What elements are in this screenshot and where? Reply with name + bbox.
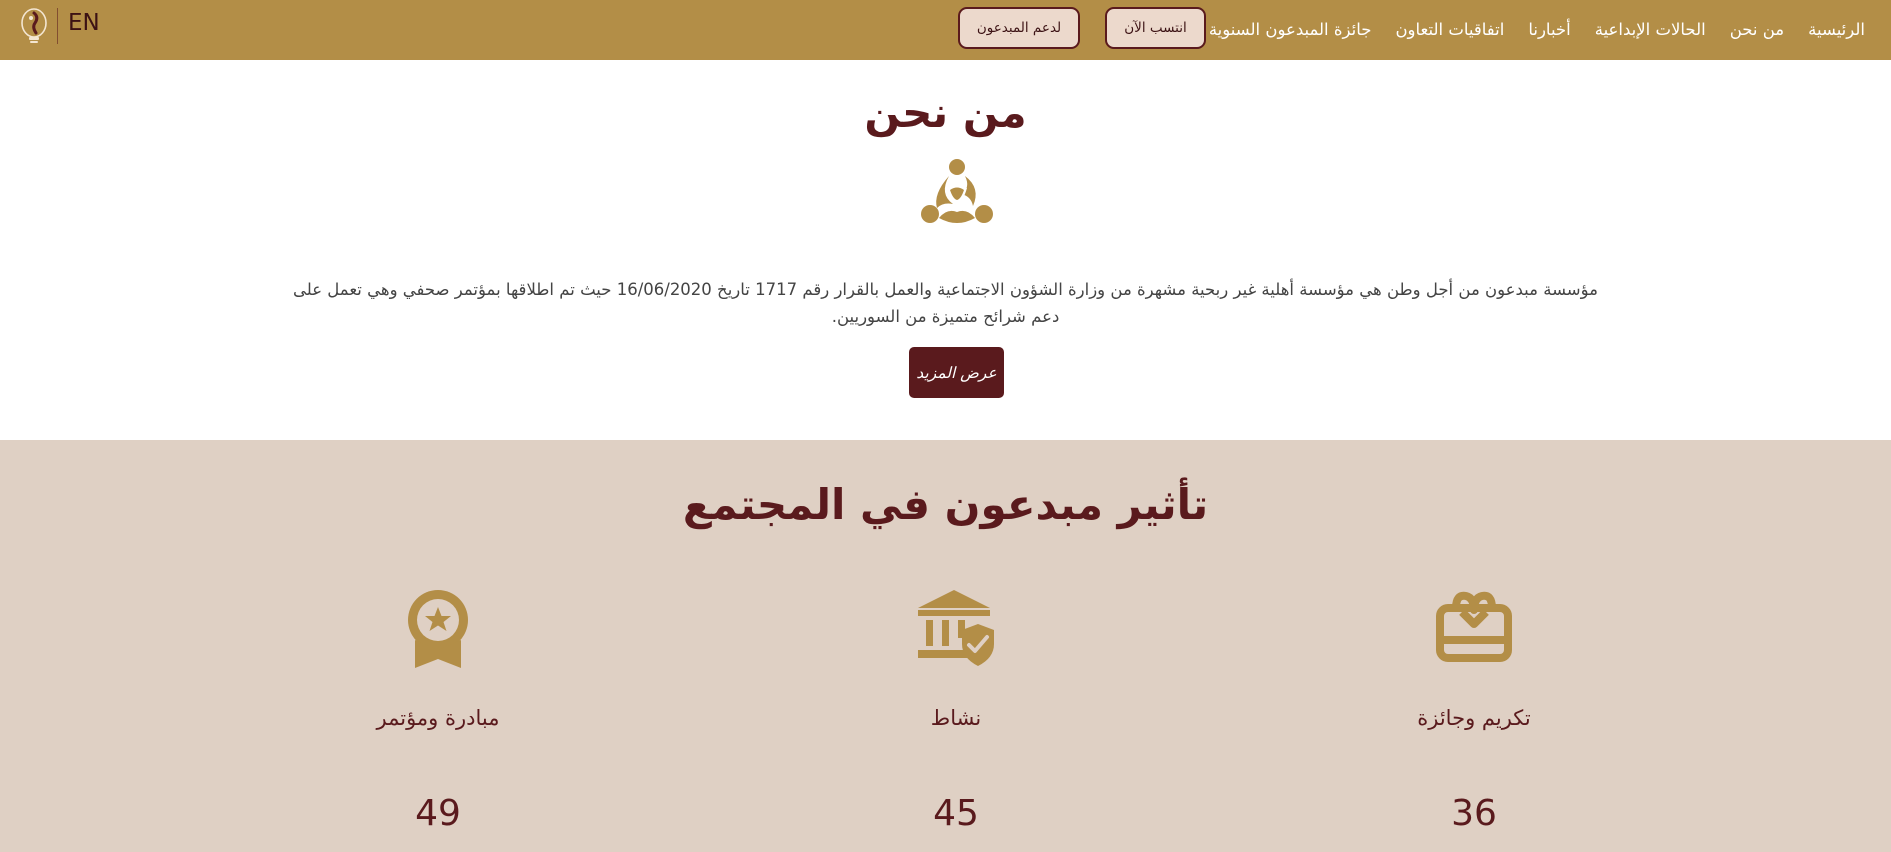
stat-label: تكريم وجائزة: [1417, 706, 1531, 730]
main-nav: الرئيسية من نحن الحالات الإبداعية أخبارن…: [1209, 15, 1865, 43]
impact-title: تأثير مبدعون في المجتمع: [682, 480, 1209, 529]
award-ribbon-icon: [408, 590, 468, 668]
foundation-emblem-icon: [921, 159, 993, 223]
stat-value: 36: [1451, 793, 1497, 834]
nav-link-news[interactable]: أخبارنا: [1528, 20, 1570, 39]
show-more-button[interactable]: عرض المزيد: [909, 347, 1004, 398]
nav-link-home[interactable]: الرئيسية: [1808, 20, 1865, 39]
nav-divider: [57, 8, 58, 44]
impact-section: تأثير مبدعون في المجتمع مبادرة ومؤتمر 49: [0, 440, 1891, 852]
top-navbar: EN لدعم المبدعون انتسب الآن الرئيسية من …: [0, 0, 1891, 60]
about-description: مؤسسة مبدعون من أجل وطن هي مؤسسة أهلية غ…: [292, 280, 1598, 326]
join-now-button[interactable]: انتسب الآن: [1105, 7, 1206, 49]
nav-link-annual-award[interactable]: جائزة المبدعون السنوية: [1209, 20, 1372, 39]
site-logo-icon[interactable]: [19, 7, 49, 45]
stat-value: 49: [415, 793, 461, 834]
language-toggle[interactable]: EN: [68, 10, 100, 36]
stat-value: 45: [933, 793, 979, 834]
nav-link-creative-cases[interactable]: الحالات الإبداعية: [1595, 20, 1706, 39]
support-creators-button[interactable]: لدعم المبدعون: [958, 7, 1080, 49]
gift-card-icon: [1436, 591, 1512, 662]
institution-shield-icon: [918, 590, 994, 666]
stat-label: نشاط: [930, 706, 982, 730]
about-title: من نحن: [864, 88, 1027, 137]
stat-label: مبادرة ومؤتمر: [376, 706, 500, 730]
nav-link-about[interactable]: من نحن: [1730, 20, 1784, 39]
nav-link-agreements[interactable]: اتفاقيات التعاون: [1395, 20, 1504, 39]
